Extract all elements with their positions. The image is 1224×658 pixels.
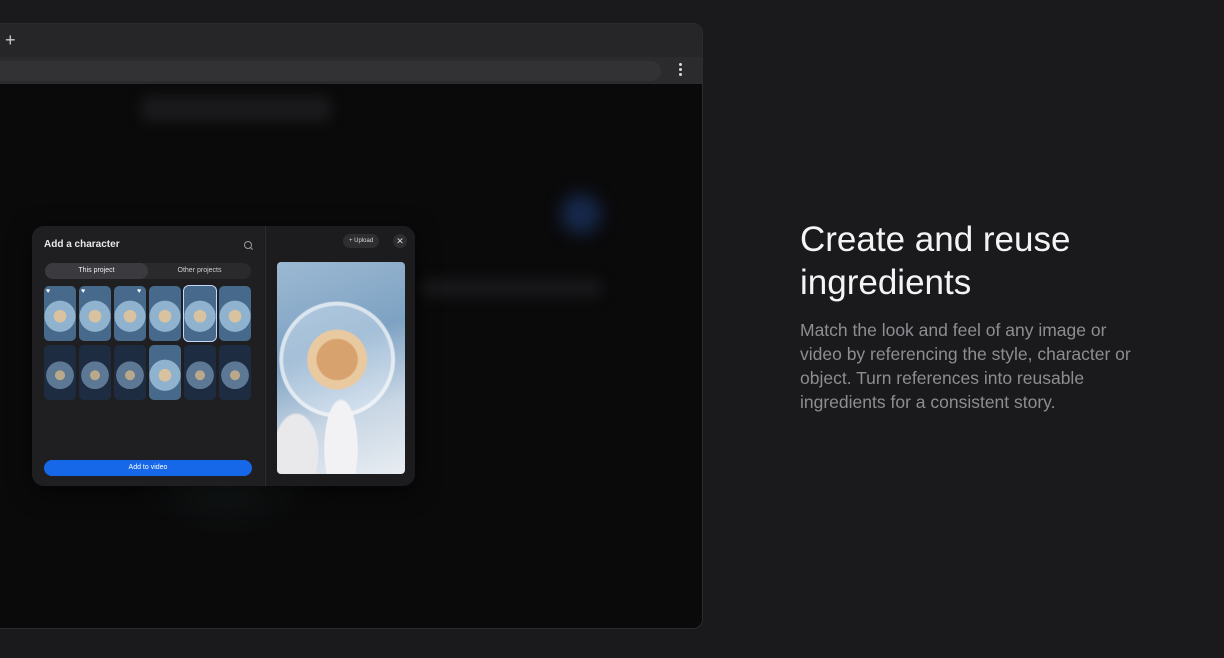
dialog-title: Add a character [44,239,120,250]
character-thumbnail[interactable] [219,286,251,341]
character-thumbnail[interactable] [114,345,146,400]
character-thumbnail[interactable]: ♥ [79,286,111,341]
character-preview-image [277,262,405,474]
character-picker-pane: Add a character This project Other proje… [32,226,264,486]
preview-pane: + Upload ✕ [265,226,415,486]
character-thumbnail[interactable] [219,345,251,400]
page-headline: Create and reuse ingredients [800,220,1071,302]
search-icon[interactable] [244,241,252,249]
character-thumbnail[interactable]: ♥ [114,286,146,341]
browser-window: + Add a character This project Other pro… [0,23,703,629]
blurred-background-text [421,279,601,297]
character-thumbnail[interactable] [79,345,111,400]
blurred-background-dot [561,194,601,234]
blurred-background-title [141,96,331,122]
tab-this-project[interactable]: This project [45,263,148,279]
heart-icon[interactable]: ♥ [46,288,50,295]
upload-button[interactable]: + Upload [343,234,380,248]
project-tabs: This project Other projects [45,263,251,279]
character-thumbnail[interactable] [149,345,181,400]
tab-bar: + [0,24,702,57]
page-viewport: Add a character This project Other proje… [0,84,702,628]
add-to-video-button[interactable]: Add to video [44,460,252,476]
plus-icon[interactable]: + [5,30,16,50]
address-bar[interactable] [0,61,661,81]
kebab-menu-icon[interactable] [679,63,683,77]
add-character-dialog: Add a character This project Other proje… [32,226,415,486]
character-thumbnail[interactable] [44,345,76,400]
character-thumbnail[interactable] [184,345,216,400]
page-description: Match the look and feel of any image or … [800,320,1131,412]
character-thumbnail-selected[interactable] [183,285,217,342]
character-thumbnail[interactable]: ♥ [44,286,76,341]
heart-icon[interactable]: ♥ [137,288,141,295]
close-icon[interactable]: ✕ [393,234,407,248]
character-thumbnail[interactable] [149,286,181,341]
tab-other-projects[interactable]: Other projects [148,263,251,279]
heart-icon[interactable]: ♥ [81,288,85,295]
browser-toolbar [0,57,702,84]
